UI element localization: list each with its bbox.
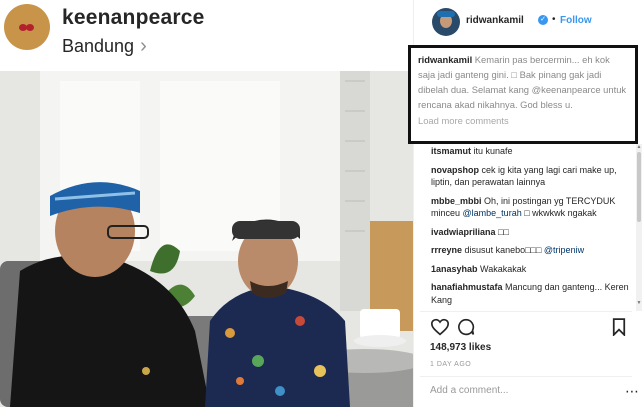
list-item: ivadwiapriliana □□ bbox=[431, 226, 631, 239]
post-photo-illustration bbox=[0, 71, 413, 407]
comment-mention[interactable]: @lambe_turah bbox=[463, 208, 522, 218]
comment-username[interactable]: mbbe_mbbi bbox=[431, 196, 482, 206]
list-item: itsmamut itu kunafe bbox=[431, 145, 631, 158]
caption: ridwankamil Kemarin pas bercermin... eh … bbox=[418, 52, 628, 112]
comment-icon[interactable] bbox=[457, 318, 475, 336]
comment-list: itsmamut itu kunafe novapshop cek ig kit… bbox=[431, 145, 631, 312]
comment-text: disusut kanebo□□□ bbox=[464, 245, 542, 255]
load-more-comments-link[interactable]: Load more comments bbox=[418, 115, 628, 126]
comment-username[interactable]: ivadwiapriliana bbox=[431, 227, 496, 237]
comment-username[interactable]: itsmamut bbox=[431, 146, 471, 156]
author-username[interactable]: ridwankamil bbox=[466, 15, 524, 26]
more-icon[interactable]: ⋯ bbox=[625, 383, 639, 400]
list-item: rrreyne disusut kanebo□□□ @tripeniw bbox=[431, 244, 631, 257]
comment-username[interactable]: hanafiahmustafa bbox=[431, 282, 503, 292]
divider bbox=[420, 376, 632, 377]
comment-text: Wakakakak bbox=[480, 263, 527, 274]
add-comment-input[interactable] bbox=[430, 385, 625, 396]
divider bbox=[420, 311, 632, 312]
scroll-up-arrow-icon[interactable]: ▲ bbox=[636, 144, 642, 151]
likes-count[interactable]: 148,973 likes bbox=[430, 342, 491, 353]
comment-text: □□ bbox=[498, 226, 509, 237]
list-item: novapshop cek ig kita yang lagi cari mak… bbox=[431, 164, 631, 189]
scroll-down-arrow-icon[interactable]: ▼ bbox=[636, 300, 642, 307]
list-item: hanafiahmustafa Mancung dan ganteng... K… bbox=[431, 281, 631, 306]
caption-username[interactable]: ridwankamil bbox=[418, 54, 472, 65]
post-timestamp: 1 DAY AGO bbox=[430, 361, 472, 368]
avatar-logo-dot bbox=[26, 24, 34, 31]
list-item: mbbe_mbbi Oh, ini postingan yg TERCYDUK … bbox=[431, 195, 631, 220]
bookmark-icon[interactable] bbox=[612, 318, 626, 336]
location-label: Bandung bbox=[62, 36, 135, 56]
profile-avatar[interactable] bbox=[4, 4, 50, 50]
comment-mention[interactable]: @tripeniw bbox=[544, 245, 584, 255]
comment-username[interactable]: novapshop bbox=[431, 165, 479, 175]
avatar-headband bbox=[437, 11, 455, 17]
author-avatar[interactable] bbox=[432, 8, 460, 36]
comment-text: itu kunafe bbox=[473, 146, 513, 156]
comment-text: □ wkwkwk ngakak bbox=[524, 208, 597, 218]
list-item: 1anasyhab Wakakakak bbox=[431, 263, 631, 276]
comment-username[interactable]: rrreyne bbox=[431, 245, 462, 255]
verified-badge-icon: ✓ bbox=[538, 15, 548, 25]
comment-username[interactable]: 1anasyhab bbox=[431, 264, 478, 274]
scrollbar-thumb[interactable] bbox=[637, 152, 641, 222]
profile-location[interactable]: Bandung › bbox=[62, 35, 147, 58]
follow-button[interactable]: Follow bbox=[560, 15, 592, 26]
chevron-right-icon: › bbox=[140, 35, 147, 57]
caption-highlight-box: ridwankamil Kemarin pas bercermin... eh … bbox=[408, 45, 638, 144]
profile-username[interactable]: keenanpearce bbox=[62, 6, 205, 30]
heart-icon[interactable] bbox=[430, 318, 450, 336]
header-separator: • bbox=[552, 14, 556, 25]
post-photo[interactable] bbox=[0, 71, 413, 407]
